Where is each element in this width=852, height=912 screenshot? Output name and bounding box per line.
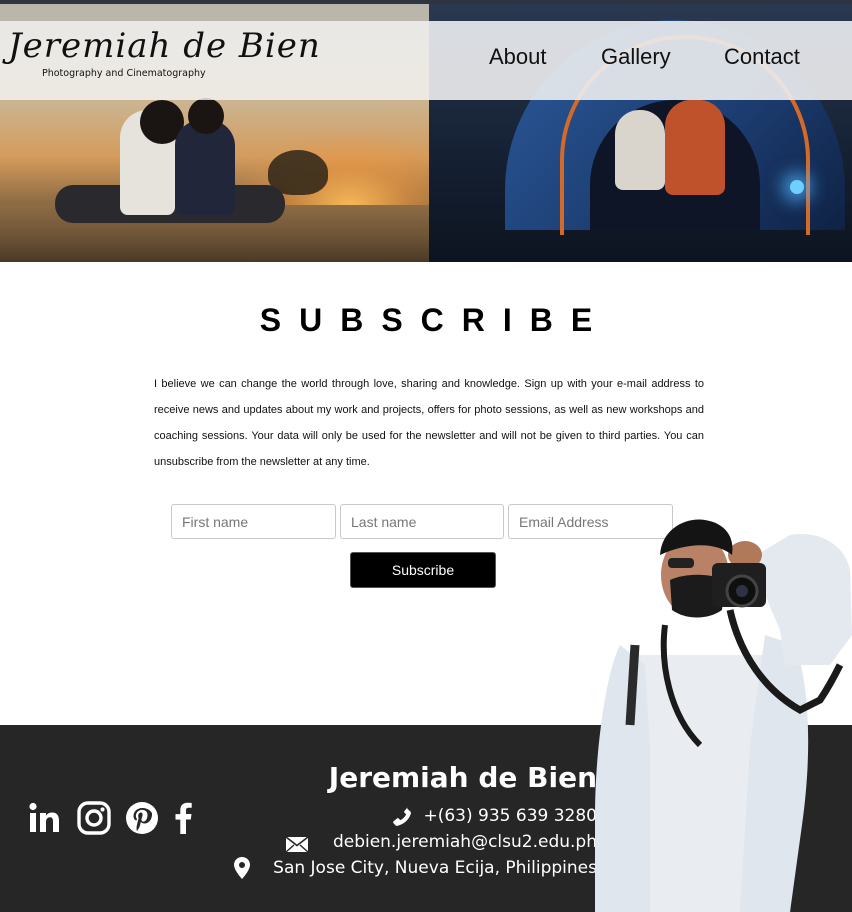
tent-lamp	[790, 180, 804, 194]
facebook-icon[interactable]	[166, 800, 202, 836]
pinterest-icon[interactable]	[124, 800, 160, 836]
logo-script-name: Jeremiah de Bien	[8, 26, 321, 66]
person-dark-shirt	[175, 120, 235, 215]
linkedin-icon[interactable]	[27, 800, 63, 836]
person-in-tent	[615, 110, 665, 190]
nav-link-contact[interactable]: Contact	[724, 44, 800, 70]
footer-phone[interactable]: +(63) 935 639 3280	[423, 806, 597, 826]
nav-link-gallery[interactable]: Gallery	[601, 44, 671, 70]
location-pin-icon	[230, 856, 254, 880]
phone-icon	[390, 805, 414, 829]
top-strip	[0, 0, 852, 4]
envelope-icon	[285, 832, 309, 856]
subscribe-title: SUBSCRIBE	[259, 302, 611, 338]
instagram-icon[interactable]	[76, 800, 112, 836]
person-in-tent	[665, 100, 725, 195]
footer-address: San Jose City, Nueva Ecija, Philippines	[273, 858, 597, 878]
first-name-input[interactable]	[171, 504, 336, 539]
photographer-cutout	[590, 515, 852, 912]
subscribe-description: I believe we can change the world throug…	[154, 378, 704, 468]
footer-name: Jeremiah de Bien	[328, 761, 597, 794]
footer-email[interactable]: debien.jeremiah@clsu2.edu.ph	[333, 832, 597, 852]
site-logo[interactable]: Jeremiah de Bien Photography and Cinemat…	[8, 26, 320, 96]
nav-link-about[interactable]: About	[489, 44, 547, 70]
logo-tagline: Photography and Cinematography	[42, 68, 206, 79]
person-head	[188, 98, 224, 134]
subscribe-button[interactable]: Subscribe	[350, 552, 496, 588]
last-name-input[interactable]	[340, 504, 504, 539]
